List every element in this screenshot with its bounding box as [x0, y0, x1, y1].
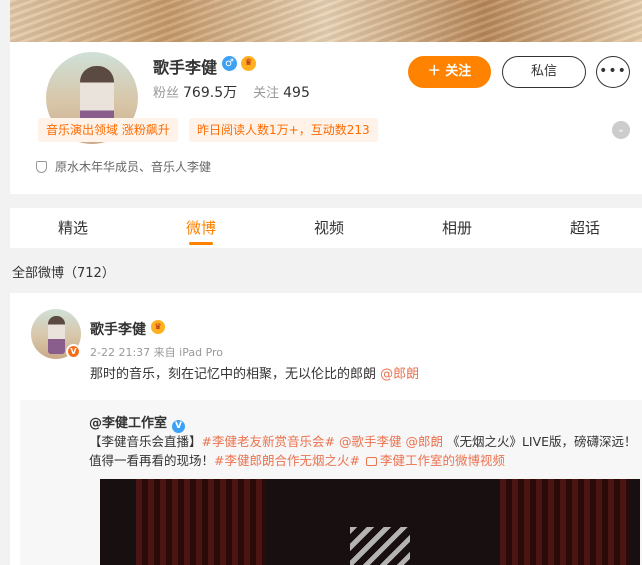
tab-super-topic[interactable]: 超话	[535, 208, 635, 248]
post-text-body: 那时的音乐，刻在记忆中的相聚，无以伦比的郎朗	[90, 367, 381, 382]
profile-header: V 歌手李健 ♂ ♛ 粉丝769.5万关注495 ＋ 关注 私信 ••• 音乐演…	[10, 42, 642, 194]
repost-link[interactable]: #李健老友新赏音乐会#	[202, 434, 335, 449]
video-stage-art	[350, 527, 410, 565]
mention-link[interactable]: @郎朗	[380, 367, 419, 382]
tab-video[interactable]: 视频	[279, 208, 379, 248]
verified-badge-small-icon: V	[66, 344, 81, 359]
post-card: V 歌手李健 ♛ 2-22 21:37 来自 iPad Pro 那时的音乐，刻在…	[10, 293, 642, 565]
vip-crown-icon[interactable]: ♛	[241, 56, 256, 71]
repost-text: 【李健音乐会直播】#李健老友新赏音乐会# @歌手李健 @郎朗 《无烟之火》LIV…	[89, 432, 637, 470]
stage-curtain-left	[136, 479, 266, 565]
tag-fans-growth[interactable]: 音乐演出领域 涨粉飙升	[38, 118, 178, 142]
repost-author[interactable]: @李健工作室 V	[89, 412, 186, 433]
profile-name: 歌手李健	[153, 58, 218, 77]
repost-author-name[interactable]: @李健工作室	[89, 416, 167, 431]
repost-link[interactable]: #李健郎朗合作无烟之火#	[214, 453, 360, 468]
following-count[interactable]: 495	[283, 85, 310, 101]
repost-link[interactable]: @郎朗	[405, 434, 443, 449]
profile-cover-image	[10, 0, 642, 42]
shield-icon	[36, 161, 47, 173]
tab-weibo[interactable]: 微博	[151, 208, 251, 248]
fans-count[interactable]: 769.5万	[183, 85, 237, 101]
vip-crown-small-icon[interactable]: ♛	[151, 320, 165, 334]
more-options-button[interactable]: •••	[596, 56, 630, 88]
repost-text-fragment: 【李健音乐会直播】	[89, 434, 202, 449]
message-button[interactable]: 私信	[502, 56, 586, 88]
repost-text-fragment	[360, 453, 364, 468]
following-label: 关注	[253, 86, 280, 101]
post-author[interactable]: 歌手李健	[90, 319, 146, 339]
post-text: 那时的音乐，刻在记忆中的相聚，无以伦比的郎朗 @郎朗	[90, 363, 419, 382]
video-thumbnail[interactable]	[100, 479, 640, 565]
male-gender-icon: ♂	[222, 56, 237, 71]
weibo-count: 全部微博（712）	[12, 266, 115, 281]
follow-button[interactable]: ＋ 关注	[408, 56, 491, 88]
expand-chevron-icon[interactable]: ⌄	[612, 121, 630, 139]
profile-intro-text: 原水木年华成员、音乐人李健	[55, 160, 212, 174]
repost-link[interactable]: @歌手李健	[339, 434, 402, 449]
repost-link[interactable]: 李健工作室的微博视频	[380, 453, 505, 468]
profile-tabs: 精选 微博 视频 相册 超话	[10, 208, 642, 248]
video-link-icon	[365, 457, 377, 466]
post-timestamp[interactable]: 2-22 21:37 来自 iPad Pro	[90, 344, 223, 360]
tab-featured[interactable]: 精选	[23, 208, 123, 248]
fans-label: 粉丝	[153, 86, 180, 101]
tab-album[interactable]: 相册	[407, 208, 507, 248]
profile-intro: 原水木年华成员、音乐人李健	[36, 158, 211, 175]
reposted-content[interactable]: @李健工作室 V 【李健音乐会直播】#李健老友新赏音乐会# @歌手李健 @郎朗 《…	[20, 400, 642, 565]
profile-stats: 粉丝 769.5万 关注 495	[153, 82, 326, 102]
stage-curtain-right	[500, 479, 630, 565]
tag-daily-reads[interactable]: 昨日阅读人数1万+，互动数213	[189, 118, 378, 142]
